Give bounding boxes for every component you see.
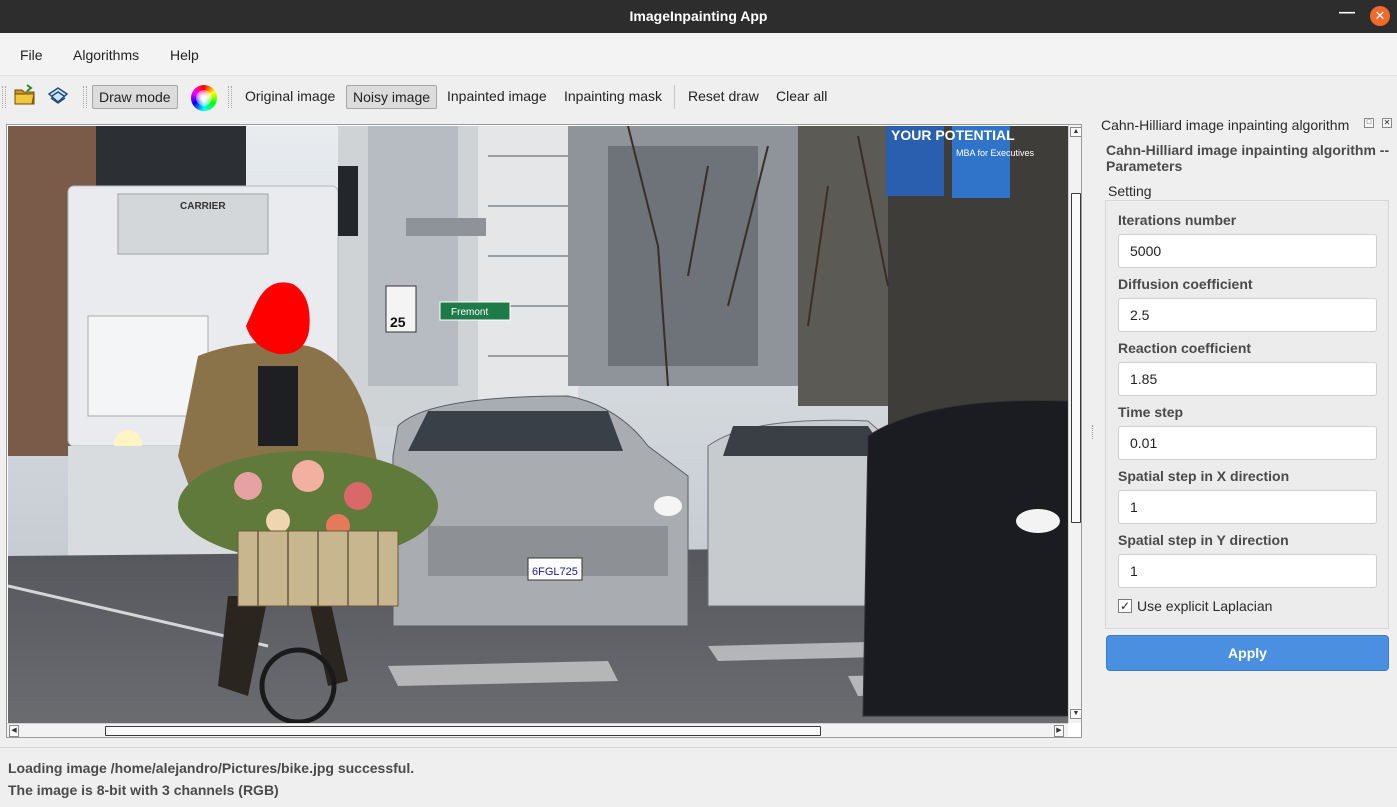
settings-group: Iterations number Diffusion coefficient … (1105, 200, 1389, 629)
image-canvas[interactable]: YOUR POTENTIAL MBA for Executives CARRIE… (8, 126, 1068, 724)
scroll-up-icon[interactable]: ▲ (1070, 127, 1081, 137)
horizontal-scrollbar[interactable]: ◀ ▶ (7, 723, 1068, 737)
menu-help[interactable]: Help (170, 47, 199, 63)
status-message-2: The image is 8-bit with 3 channels (RGB) (8, 782, 279, 798)
time-step-label: Time step (1118, 404, 1184, 420)
scroll-left-icon[interactable]: ◀ (9, 725, 19, 737)
spatial-y-label: Spatial step in Y direction (1118, 532, 1289, 548)
open-folder-icon[interactable] (12, 82, 42, 110)
dock-title: Cahn-Hilliard image inpainting algorithm (1101, 117, 1350, 133)
dock-float-icon[interactable]: □ (1364, 118, 1374, 128)
iterations-label: Iterations number (1118, 212, 1237, 228)
menu-algorithms[interactable]: Algorithms (73, 47, 139, 63)
draw-mode-button[interactable]: Draw mode (92, 85, 178, 109)
view-original-button[interactable]: Original image (239, 85, 341, 109)
vertical-scroll-thumb[interactable] (1071, 193, 1081, 523)
reaction-input[interactable] (1118, 362, 1377, 396)
iterations-input[interactable] (1118, 234, 1377, 268)
plate-text: 6FGL725 (532, 566, 578, 578)
spatial-x-label: Spatial step in X direction (1118, 468, 1290, 484)
settings-group-label: Setting (1108, 183, 1152, 199)
toolbar-grip-2[interactable] (83, 86, 87, 108)
toolbar: Draw mode Original image Noisy image Inp… (0, 75, 1397, 115)
explicit-laplacian-checkbox[interactable]: ✓ (1118, 599, 1132, 613)
reaction-label: Reaction coefficient (1118, 340, 1252, 356)
save-image-icon[interactable] (45, 82, 75, 110)
explicit-laplacian-label: Use explicit Laplacian (1137, 598, 1273, 614)
title-bar: ImageInpainting App — ✕ (0, 0, 1397, 33)
dock-resize-handle[interactable] (1092, 425, 1094, 439)
minimize-icon[interactable]: — (1338, 4, 1356, 26)
toolbar-separator (674, 85, 675, 109)
parameters-title: Cahn-Hilliard image inpainting algorithm… (1106, 142, 1390, 174)
banner-right-text: MBA for Executives (956, 148, 1035, 158)
dock-close-icon[interactable]: ✕ (1382, 118, 1392, 128)
reset-draw-button[interactable]: Reset draw (682, 85, 765, 109)
street-photo: YOUR POTENTIAL MBA for Executives CARRIE… (8, 126, 1068, 724)
vertical-scrollbar[interactable]: ▲ ▼ (1068, 125, 1081, 723)
close-icon[interactable]: ✕ (1370, 6, 1390, 26)
time-step-input[interactable] (1118, 426, 1377, 460)
image-viewport[interactable]: YOUR POTENTIAL MBA for Executives CARRIE… (6, 124, 1082, 738)
color-picker-icon[interactable] (191, 85, 217, 111)
clear-all-button[interactable]: Clear all (770, 85, 833, 109)
banner-left-text: YOUR POTENTIAL (891, 127, 1015, 143)
algorithm-dock: Cahn-Hilliard image inpainting algorithm… (1092, 115, 1397, 745)
status-message-1: Loading image /home/alejandro/Pictures/b… (8, 760, 415, 776)
spatial-y-input[interactable] (1118, 554, 1377, 588)
apply-button[interactable]: Apply (1106, 635, 1389, 671)
menu-file[interactable]: File (20, 47, 43, 63)
speed-limit-text: 25 (390, 314, 406, 330)
scroll-right-icon[interactable]: ▶ (1054, 725, 1064, 737)
window-title: ImageInpainting App (629, 8, 768, 24)
view-inpainted-button[interactable]: Inpainted image (441, 85, 553, 109)
diffusion-input[interactable] (1118, 298, 1377, 332)
street-sign-text: Fremont (451, 307, 488, 318)
view-mask-button[interactable]: Inpainting mask (558, 85, 668, 109)
truck-brand-text: CARRIER (180, 201, 226, 212)
horizontal-scroll-thumb[interactable] (105, 726, 821, 736)
menu-bar: File Algorithms Help (0, 33, 1397, 75)
scroll-down-icon[interactable]: ▼ (1070, 709, 1081, 719)
diffusion-label: Diffusion coefficient (1118, 276, 1253, 292)
view-noisy-button[interactable]: Noisy image (346, 85, 438, 109)
status-bar: Loading image /home/alejandro/Pictures/b… (0, 747, 1397, 807)
toolbar-grip-3[interactable] (228, 86, 232, 108)
toolbar-grip[interactable] (2, 86, 6, 108)
spatial-x-input[interactable] (1118, 490, 1377, 524)
